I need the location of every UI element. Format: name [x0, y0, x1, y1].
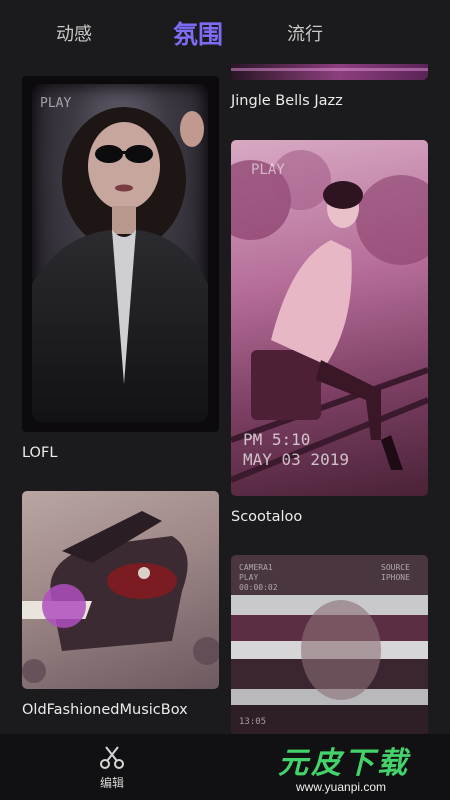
source-overlay-text: SOURCE	[381, 563, 410, 572]
glitch-line	[231, 68, 428, 71]
play-overlay-text: PLAY	[239, 573, 259, 582]
tab-atmosphere[interactable]: 氛围	[173, 15, 223, 51]
scissors-icon	[100, 746, 124, 769]
effect-title-lofl: LOFL	[22, 445, 58, 461]
device-overlay-text: IPHONE	[381, 573, 410, 582]
effect-card-glitch[interactable]: CAMERA1 PLAY 00:00:02 SOURCE IPHONE 13:0…	[231, 555, 428, 735]
timecode-overlay-text: 00:00:02	[239, 583, 278, 592]
bottom-nav-bar: 编辑 元皮下载 www.yuanpi.com	[0, 734, 450, 800]
effect-title-jingle-bells-jazz: Jingle Bells Jazz	[231, 93, 343, 109]
play-overlay-text: PLAY	[251, 162, 285, 178]
edit-nav-label: 编辑	[99, 776, 124, 790]
tab-dynamic[interactable]: 动感	[56, 20, 92, 46]
music-box-image	[22, 511, 219, 683]
effect-card-old-fashioned-music-box[interactable]	[22, 491, 219, 689]
effect-card-lofl[interactable]: PLAY	[22, 76, 219, 432]
clock-overlay-text: 13:05	[239, 717, 267, 727]
effect-card-scootaloo[interactable]: PLAY PM 5:10 MAY 03 2019	[231, 140, 428, 496]
effect-title-scootaloo: Scootaloo	[231, 509, 303, 525]
tab-popular[interactable]: 流行	[287, 20, 323, 46]
watermark-logo-text: 元皮下载	[278, 746, 410, 781]
watermark-url: www.yuanpi.com	[296, 780, 387, 794]
date-overlay-text: MAY 03 2019	[243, 450, 349, 469]
time-overlay-text: PM 5:10	[243, 430, 311, 449]
effect-title-old-fashioned-music-box: OldFashionedMusicBox	[22, 702, 188, 718]
category-tabs: 动感 氛围 流行	[0, 0, 450, 66]
edit-nav-button[interactable]: 编辑	[88, 744, 136, 794]
site-watermark: 元皮下载 www.yuanpi.com	[266, 736, 446, 798]
glitch-portrait-image	[231, 555, 428, 735]
play-overlay-text: PLAY	[40, 96, 72, 111]
woman-portrait-image	[32, 107, 208, 422]
effect-card-jingle-bells-jazz[interactable]	[231, 64, 428, 80]
effect-thumbnail-lofl: PLAY	[32, 84, 208, 422]
camera-overlay-text: CAMERA1	[239, 563, 273, 572]
